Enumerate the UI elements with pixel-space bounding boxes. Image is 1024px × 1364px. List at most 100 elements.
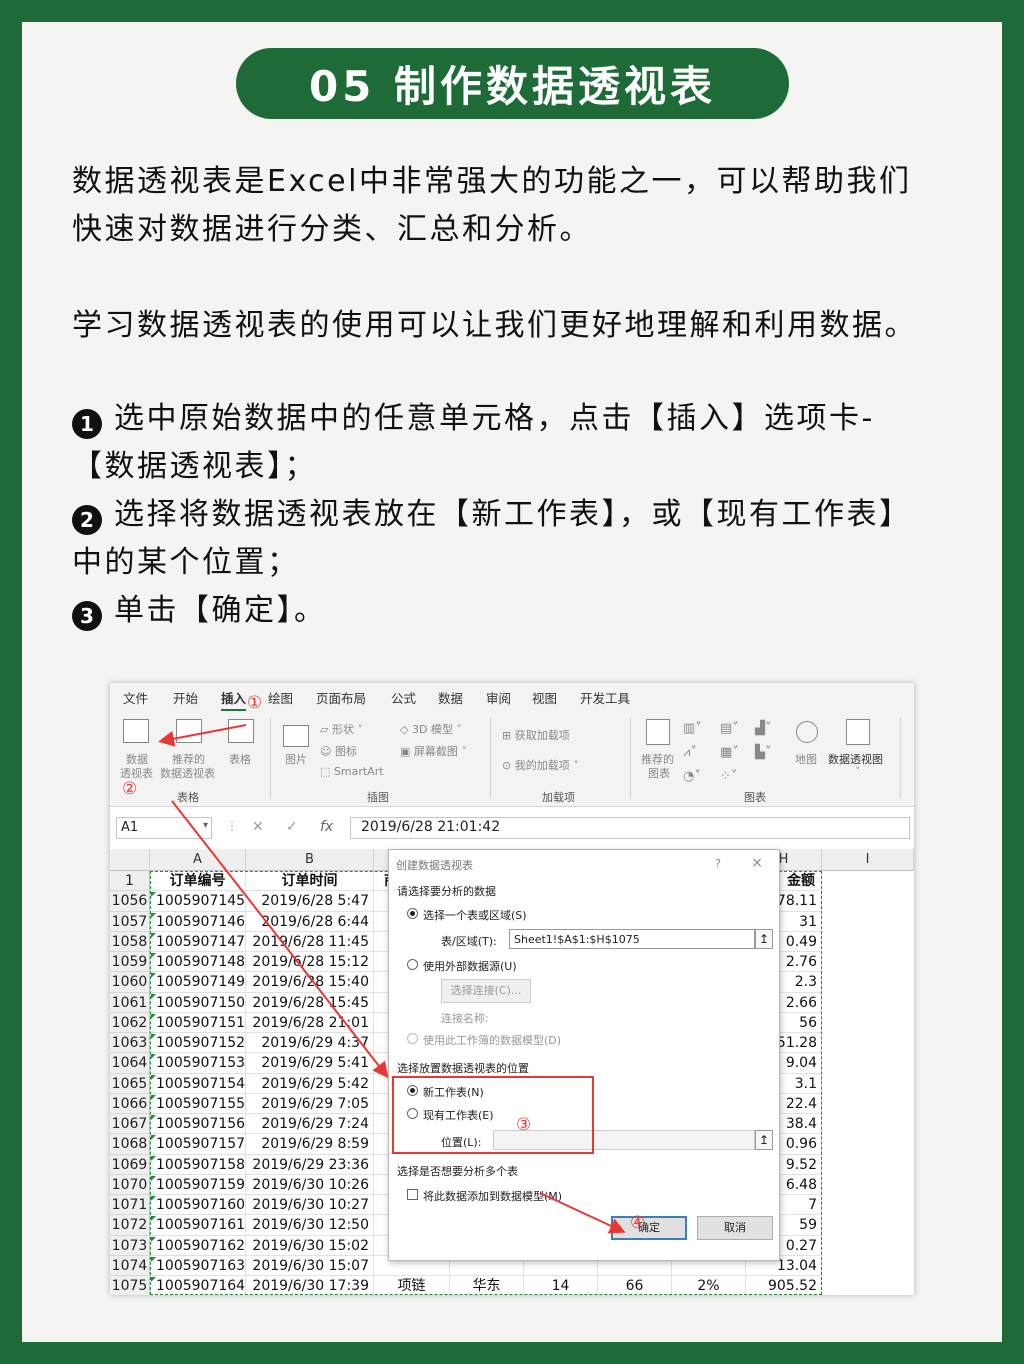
row-header[interactable]: 1 (110, 871, 150, 892)
row-header[interactable]: 1073 (110, 1235, 150, 1256)
row-header[interactable]: 1065 (110, 1073, 150, 1094)
menu-review[interactable]: 审阅 (486, 688, 511, 707)
cell-b[interactable]: 2019/6/29 23:36 (246, 1154, 374, 1175)
menu-data[interactable]: 数据 (438, 688, 463, 707)
menu-draw[interactable]: 绘图 (268, 688, 293, 707)
cell-a[interactable]: 1005907152 (150, 1033, 246, 1054)
row-header[interactable]: 1066 (110, 1093, 150, 1114)
cancel-edit-icon[interactable]: ✕ (252, 819, 264, 835)
menu-home[interactable]: 开始 (173, 688, 198, 707)
row-header[interactable]: 1071 (110, 1195, 150, 1216)
cell-b[interactable]: 2019/6/28 11:45 (246, 931, 374, 952)
3d-model-button[interactable]: ◇ 3D 模型 ˅ (400, 721, 462, 737)
header-cell-b[interactable]: 订单时间 (246, 871, 374, 892)
cell-a[interactable]: 1005907157 (150, 1134, 246, 1155)
cell-a[interactable]: 1005907145 (150, 891, 246, 912)
cell-a[interactable]: 1005907160 (150, 1195, 246, 1216)
scatter-chart-icon[interactable]: ⁘˅ (720, 769, 737, 784)
column-header-i[interactable]: I (822, 849, 914, 871)
row-header[interactable]: 1058 (110, 931, 150, 952)
cell-b[interactable]: 2019/6/28 21:01 (246, 1012, 374, 1033)
row-header[interactable]: 1070 (110, 1174, 150, 1195)
insert-function-icon[interactable]: fx (320, 819, 333, 835)
cell-b[interactable]: 2019/6/29 7:05 (246, 1093, 374, 1114)
cell-b[interactable]: 2019/6/30 17:39 (246, 1276, 374, 1295)
formula-input[interactable]: 2019/6/28 21:01:42 (350, 817, 910, 839)
cell-b[interactable]: 2019/6/29 4:37 (246, 1033, 374, 1054)
row-header[interactable]: 1061 (110, 992, 150, 1013)
name-box[interactable]: A1 ▾ (116, 817, 212, 839)
cell-h[interactable]: 905.52 (746, 1276, 822, 1295)
cell-b[interactable]: 2019/6/29 5:41 (246, 1053, 374, 1074)
cell-a[interactable]: 1005907153 (150, 1053, 246, 1074)
cell-a[interactable]: 1005907146 (150, 911, 246, 932)
help-icon[interactable]: ? (715, 857, 721, 870)
column-header-a[interactable]: A (150, 849, 246, 871)
cell-b[interactable]: 2019/6/30 12:50 (246, 1215, 374, 1236)
column-header-b[interactable]: B (246, 849, 374, 871)
cell-a[interactable]: 1005907150 (150, 992, 246, 1013)
add-data-model-checkbox[interactable] (407, 1189, 418, 1200)
menu-page-layout[interactable]: 页面布局 (316, 688, 366, 707)
cell-b[interactable]: 2019/6/29 7:24 (246, 1114, 374, 1135)
cell-a[interactable]: 1005907163 (150, 1255, 246, 1276)
cell-a[interactable]: 1005907154 (150, 1073, 246, 1094)
confirm-edit-icon[interactable]: ✓ (286, 819, 298, 835)
cell-b[interactable]: 2019/6/28 15:40 (246, 972, 374, 993)
cell-b[interactable]: 2019/6/29 8:59 (246, 1134, 374, 1155)
cell-b[interactable]: 2019/6/30 15:07 (246, 1255, 374, 1276)
shapes-button[interactable]: ▱ 形状 ˅ (320, 721, 363, 737)
column-chart-icon[interactable]: ▥˅ (683, 721, 702, 736)
cell-a[interactable]: 1005907151 (150, 1012, 246, 1033)
cancel-button[interactable]: 取消 (697, 1216, 773, 1240)
cell-a[interactable]: 1005907161 (150, 1215, 246, 1236)
menu-developer[interactable]: 开发工具 (580, 688, 630, 707)
cell-a[interactable]: 1005907147 (150, 931, 246, 952)
location-picker-icon[interactable]: ↥ (755, 1130, 773, 1150)
get-addins-button[interactable]: ⊞ 获取加载项 (502, 727, 570, 743)
cell-b[interactable]: 2019/6/28 6:44 (246, 911, 374, 932)
cell-a[interactable]: 1005907155 (150, 1093, 246, 1114)
cell-a[interactable]: 1005907149 (150, 972, 246, 993)
cell-c[interactable]: 项链 (374, 1276, 450, 1295)
select-all-corner[interactable] (110, 849, 150, 871)
combo-chart-icon[interactable]: ▙˅ (755, 745, 772, 760)
row-header[interactable]: 1063 (110, 1033, 150, 1054)
cell-b[interactable]: 2019/6/28 15:45 (246, 992, 374, 1013)
my-addins-button[interactable]: ⊙ 我的加载项 ˅ (502, 757, 579, 773)
smartart-button[interactable]: ⬚ SmartArt (320, 765, 384, 778)
cell-b[interactable]: 2019/6/29 5:42 (246, 1073, 374, 1094)
menu-view[interactable]: 视图 (532, 688, 557, 707)
menu-formulas[interactable]: 公式 (391, 688, 416, 707)
row-header[interactable]: 1069 (110, 1154, 150, 1175)
row-header[interactable]: 1059 (110, 952, 150, 973)
row-header[interactable]: 1068 (110, 1134, 150, 1155)
cell-b[interactable]: 2019/6/30 10:27 (246, 1195, 374, 1216)
radio-table-range[interactable] (407, 908, 418, 919)
cell-g[interactable]: 2% (672, 1276, 746, 1295)
cell-e[interactable]: 14 (524, 1276, 598, 1295)
cell-a[interactable]: 1005907148 (150, 952, 246, 973)
range-picker-icon[interactable]: ↥ (755, 929, 773, 949)
hierarchy-chart-icon[interactable]: ▤˅ (720, 721, 739, 736)
header-cell-a[interactable]: 订单编号 (150, 871, 246, 892)
ok-button[interactable]: 确定 (611, 1216, 687, 1240)
screenshot-button[interactable]: ▣ 屏幕截图 ˅ (400, 743, 467, 759)
cell-a[interactable]: 1005907156 (150, 1114, 246, 1135)
cell-a[interactable]: 1005907164 (150, 1276, 246, 1295)
radio-data-model[interactable] (407, 1033, 418, 1044)
menu-file[interactable]: 文件 (123, 688, 148, 707)
cell-b[interactable]: 2019/6/30 10:26 (246, 1174, 374, 1195)
row-header[interactable]: 1056 (110, 891, 150, 912)
cell-f[interactable]: 66 (598, 1276, 672, 1295)
cell-a[interactable]: 1005907162 (150, 1235, 246, 1256)
pie-chart-icon[interactable]: ◔˅ (683, 769, 701, 784)
cell-a[interactable]: 1005907158 (150, 1154, 246, 1175)
range-input[interactable]: Sheet1!$A$1:$H$1075 (509, 929, 755, 949)
close-icon[interactable]: × (751, 855, 763, 871)
row-header[interactable]: 1060 (110, 972, 150, 993)
row-header[interactable]: 1075 (110, 1276, 150, 1295)
line-chart-icon[interactable]: ⩘˅ (683, 745, 697, 760)
icons-button[interactable]: ☺ 图标 (320, 743, 357, 759)
cell-d[interactable]: 华东 (450, 1276, 524, 1295)
